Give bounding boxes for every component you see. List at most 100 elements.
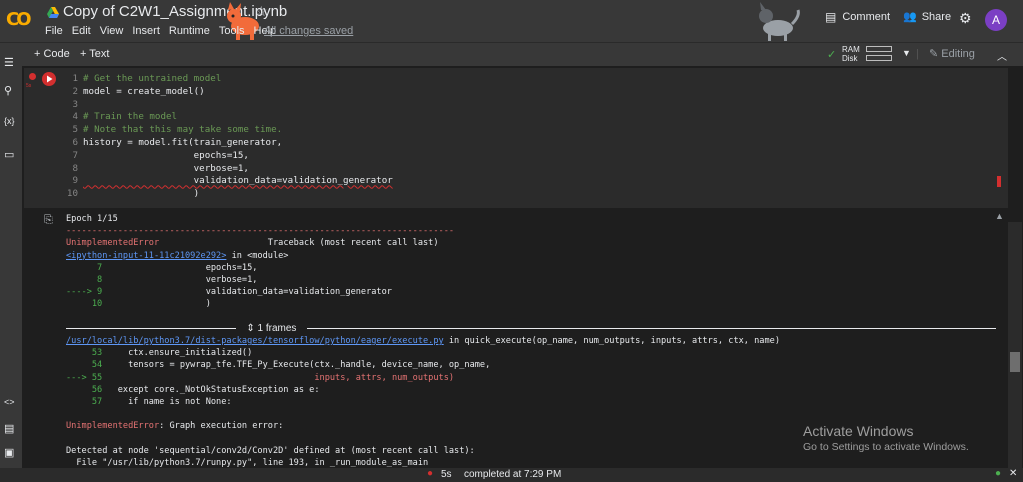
traceback-code: ) (102, 299, 211, 310)
add-text-button[interactable]: + Text (80, 48, 109, 60)
connection-status-icon: ● (995, 468, 1002, 479)
save-status-link[interactable]: All changes saved (264, 25, 353, 37)
code-line: 4 # Train the model (60, 111, 393, 124)
output-scrollbar[interactable] (1008, 222, 1022, 468)
line-number: 9 (72, 175, 78, 187)
detected-at-text: Detected at node 'sequential/conv2d/Conv… (66, 445, 475, 456)
top-bar: CO Copy of C2W1_Assignment.ipynb ☆ File … (0, 0, 1023, 42)
comment-button[interactable]: ▤ Comment (825, 10, 890, 24)
traceback-code: ctx.ensure_initialized() (102, 348, 253, 359)
colab-logo[interactable]: CO (6, 9, 31, 30)
terminal-icon[interactable]: ▣ (4, 446, 14, 459)
run-cell-button[interactable] (42, 72, 56, 86)
traceback-line-number: 10 (66, 299, 103, 310)
menu-tools[interactable]: Tools (219, 25, 245, 37)
user-avatar[interactable]: A (985, 9, 1007, 31)
close-status-icon[interactable]: ✕ (1009, 468, 1017, 479)
traceback-line-number: 57 (66, 397, 103, 408)
separator: ----------------------------------------… (66, 226, 455, 237)
scroll-up-icon[interactable]: ▲ (995, 211, 1004, 221)
output-menu-icon[interactable]: ⎘ (44, 214, 53, 227)
comment-label: Comment (842, 11, 891, 23)
dog-mascot-icon (759, 2, 800, 41)
command-palette-icon[interactable]: ▤ (4, 422, 14, 435)
code-line: 6 history = model.fit(train_generator, (60, 137, 393, 150)
code-text: ) (83, 188, 200, 200)
windows-watermark: Activate Windows Go to Settings to activ… (803, 423, 969, 453)
people-icon: 👥 (903, 11, 917, 23)
line-number: 6 (72, 136, 78, 148)
code-text: # Get the untrained model (83, 73, 222, 84)
status-bar: ● 5s completed at 7:29 PM ● ✕ (0, 468, 1023, 482)
traceback-header: Traceback (most recent call last) (267, 238, 439, 249)
code-text: history = model.fit(train_generator, (83, 136, 283, 148)
settings-gear-icon[interactable]: ⚙ (959, 10, 972, 27)
line-number: 5 (72, 124, 78, 136)
collapse-icon[interactable]: ︿ (997, 48, 1007, 63)
ram-bar (866, 46, 892, 52)
execute-py-link[interactable]: /usr/local/lib/python3.7/dist-packages/t… (66, 336, 444, 346)
error-status-icon: ● (427, 468, 434, 479)
connected-check-icon: ✓ (827, 49, 837, 61)
add-code-button[interactable]: + Code (34, 48, 70, 60)
search-icon[interactable]: ⚲ (4, 84, 12, 97)
traceback-code: validation_data=validation_generator (102, 287, 392, 298)
code-text: model = create_model() (83, 85, 205, 97)
traceback-line-number: 53 (66, 348, 103, 359)
final-error-message: : Graph execution error: (159, 421, 284, 432)
frames-toggle[interactable]: ⇕ 1 frames (246, 323, 296, 334)
share-label: Share (921, 10, 952, 23)
code-snippets-icon[interactable]: <> (4, 397, 15, 407)
code-line: 7 epochs=15, (60, 150, 393, 163)
code-line: 3 (60, 99, 393, 112)
error-marker (997, 176, 1001, 187)
line-number: 2 (72, 85, 78, 97)
traceback-line-number: 7 (66, 262, 103, 273)
chevron-down-icon[interactable]: ▼ (902, 48, 911, 58)
divider: | (916, 48, 919, 60)
epoch-text: Epoch 1/15 (66, 214, 118, 224)
traceback-line-number: ---> 55 (66, 372, 103, 383)
completed-time: completed at 7:29 PM (464, 469, 562, 480)
menu-view[interactable]: View (100, 25, 124, 37)
variables-icon[interactable]: {x} (4, 116, 15, 126)
watermark-subtitle: Go to Settings to activate Windows. (803, 441, 969, 453)
pencil-icon: ✎ (929, 48, 942, 60)
table-of-contents-icon[interactable]: ☰ (4, 56, 14, 69)
line-number: 8 (72, 162, 78, 174)
traceback-code: inputs, attrs, num_outputs) (102, 372, 455, 383)
menu-bar: File Edit View Insert Runtime Tools Help (45, 25, 285, 37)
code-line: 8 verbose=1, (60, 163, 393, 176)
code-line: 1 # Get the untrained model (60, 73, 393, 86)
menu-runtime[interactable]: Runtime (169, 25, 210, 37)
ram-label: RAM (842, 45, 860, 54)
disk-label: Disk (842, 54, 858, 63)
code-editor[interactable]: 1 # Get the untrained model 2 model = creat… (60, 73, 393, 201)
code-line: 2 model = create_model() (60, 86, 393, 99)
traceback-code: if name is not None: (102, 397, 232, 408)
drive-icon (47, 7, 59, 18)
error-time: 5s (26, 83, 32, 89)
traceback-line-number: ----> 9 (66, 287, 103, 298)
resource-indicator[interactable]: RAM Disk (842, 45, 860, 63)
code-text: validation_data=validation_generator (83, 175, 393, 187)
traceback-code: tensors = pywrap_tfe.TFE_Py_Execute(ctx.… (102, 360, 491, 371)
menu-insert[interactable]: Insert (132, 25, 160, 37)
menu-file[interactable]: File (45, 25, 63, 37)
scroll-thumb[interactable] (1010, 352, 1020, 372)
final-error-name: UnimplementedError (66, 421, 160, 432)
traceback-line-number: 56 (66, 384, 103, 395)
traceback-line-number: 8 (66, 275, 103, 286)
menu-edit[interactable]: Edit (72, 25, 91, 37)
run-duration[interactable]: 5s (441, 469, 452, 480)
code-text: verbose=1, (83, 162, 249, 174)
ipython-input-link[interactable]: <ipython-input-11-11c21092e292> (66, 251, 226, 261)
line-number: 10 (66, 188, 78, 200)
share-button[interactable]: 👥 Share (903, 10, 952, 24)
code-line: 9 validation_data=validation_generator (60, 175, 393, 188)
line-number: 7 (72, 149, 78, 161)
editing-mode[interactable]: ✎ Editing (929, 47, 975, 60)
comment-icon: ▤ (825, 10, 837, 24)
frames-label: 1 frames (257, 322, 297, 334)
folder-icon[interactable]: ▭ (4, 148, 14, 161)
